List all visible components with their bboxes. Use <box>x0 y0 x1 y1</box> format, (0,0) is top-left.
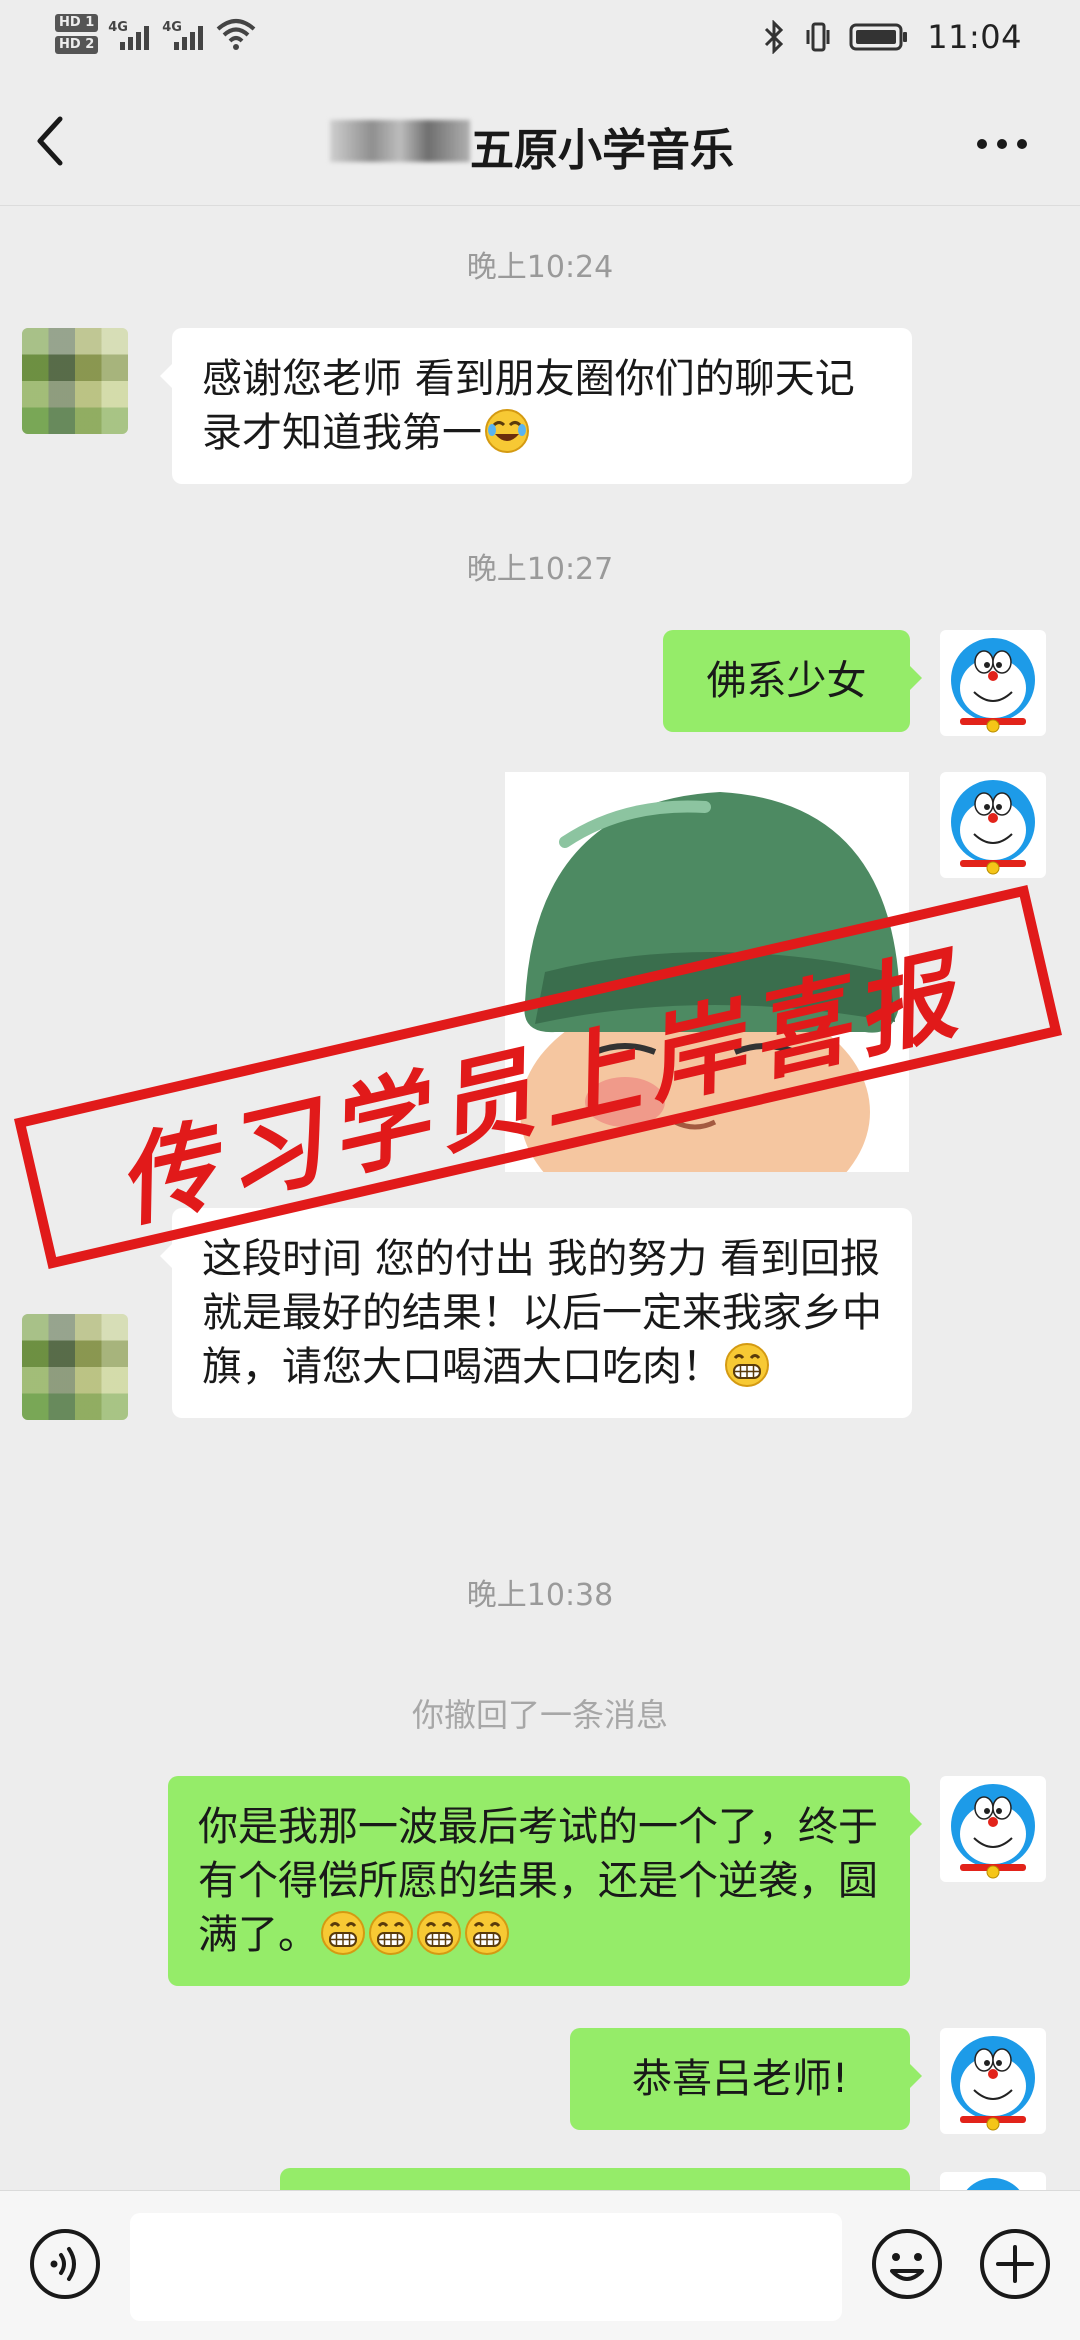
helmet-sticker[interactable] <box>505 772 909 1172</box>
grin-emoji-icon <box>725 1343 769 1387</box>
avatar-other[interactable] <box>22 1314 128 1420</box>
message-bubble-self[interactable]: 你是我那一波最后考试的一个了，终于有个得偿所愿的结果，还是个逆袭，圆满了。 <box>168 1776 922 1986</box>
message-text: 这段时间 您的付出 我的努力 看到回报就是最好的结果！以后一定来我家乡中旗，请您… <box>202 1236 882 1390</box>
laugh-cry-emoji-icon <box>485 409 529 453</box>
recall-notice: 你撤回了一条消息 <box>411 1696 668 1734</box>
voice-icon[interactable] <box>28 2227 102 2301</box>
avatar-other[interactable] <box>22 328 128 434</box>
status-right: 11:04 <box>761 18 1022 56</box>
grin-emoji-icon <box>465 1911 509 1955</box>
avatar-self[interactable] <box>940 1776 1046 1882</box>
message-bubble-self[interactable]: 佛系少女 <box>663 630 922 732</box>
clock: 11:04 <box>927 18 1022 56</box>
more-icon[interactable] <box>972 124 1032 164</box>
bluetooth-icon <box>765 20 784 54</box>
avatar-self[interactable] <box>940 630 1046 736</box>
timestamp: 晚上10:38 <box>466 1578 614 1613</box>
wifi-icon <box>216 19 256 50</box>
hd1-badge: HD 1 <box>55 14 99 32</box>
back-icon[interactable] <box>28 111 74 171</box>
message-text: 你是我那一波最后考试的一个了，终于有个得偿所愿的结果，还是个逆袭，圆满了。 <box>198 1804 878 1958</box>
message-input[interactable] <box>130 2213 842 2321</box>
message-bubble-other[interactable]: 这段时间 您的付出 我的努力 看到回报就是最好的结果！以后一定来我家乡中旗，请您… <box>160 1208 912 1418</box>
emoji-icon[interactable] <box>870 2227 944 2301</box>
chat-header: 五原小学音乐 <box>0 76 1080 206</box>
chat-title: 五原小学音乐 <box>470 125 734 176</box>
vibrate-icon <box>806 22 830 52</box>
grin-emoji-icon <box>321 1911 365 1955</box>
blurred-name <box>330 120 470 162</box>
signal-icon: 4G <box>108 16 152 52</box>
timestamp: 晚上10:24 <box>466 250 614 285</box>
hd-indicators: HD 1 HD 2 <box>55 14 99 54</box>
message-text: 恭喜吕老师! <box>631 2056 849 2102</box>
status-bar: HD 1 HD 2 4G 4G 11:04 <box>0 0 1080 76</box>
status-left: HD 1 HD 2 4G 4G <box>55 14 256 54</box>
avatar-self[interactable] <box>940 2028 1046 2134</box>
grin-emoji-icon <box>369 1911 413 1955</box>
hd2-badge: HD 2 <box>55 36 99 54</box>
signal-icon: 4G <box>162 16 206 52</box>
timestamp: 晚上10:27 <box>466 552 614 587</box>
input-bar <box>0 2190 1080 2340</box>
avatar-self[interactable] <box>940 772 1046 878</box>
message-text: 佛系少女 <box>706 658 867 704</box>
grin-emoji-icon <box>417 1911 461 1955</box>
message-bubble-self[interactable]: 恭喜吕老师! <box>570 2028 922 2130</box>
battery-icon <box>849 23 908 51</box>
plus-icon[interactable] <box>978 2227 1052 2301</box>
message-bubble-other[interactable]: 感谢您老师 看到朋友圈你们的聊天记录才知道我第一 <box>160 328 912 484</box>
